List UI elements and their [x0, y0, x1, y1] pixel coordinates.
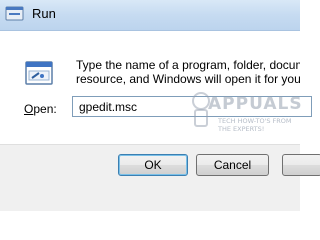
- open-label-accesskey: O: [24, 102, 34, 116]
- title-bar[interactable]: Run: [0, 0, 300, 31]
- dialog-body: Type the name of a program, folder, docu…: [0, 31, 320, 211]
- description-line-1: Type the name of a program, folder, docu…: [76, 58, 300, 72]
- dialog-description: Type the name of a program, folder, docu…: [76, 58, 300, 86]
- browse-button[interactable]: [282, 154, 320, 176]
- run-icon: [5, 5, 25, 23]
- watermark-tagline: TECH HOW-TO'S FROM THE EXPERTS!: [218, 117, 298, 133]
- window-title: Run: [32, 6, 56, 21]
- run-program-icon: [24, 58, 56, 90]
- watermark-tagline-line-1: TECH HOW-TO'S FROM: [218, 117, 292, 125]
- button-bar: OK Cancel: [0, 144, 320, 211]
- description-line-2: resource, and Windows will open it for y…: [76, 72, 300, 86]
- open-command-input[interactable]: gpedit.msc: [72, 96, 312, 117]
- open-label-text: pen:: [33, 102, 57, 116]
- watermark-tagline-line-2: THE EXPERTS!: [218, 125, 265, 133]
- cancel-button[interactable]: Cancel: [196, 154, 269, 176]
- ok-button[interactable]: OK: [118, 154, 188, 176]
- open-label: Open:: [24, 102, 57, 116]
